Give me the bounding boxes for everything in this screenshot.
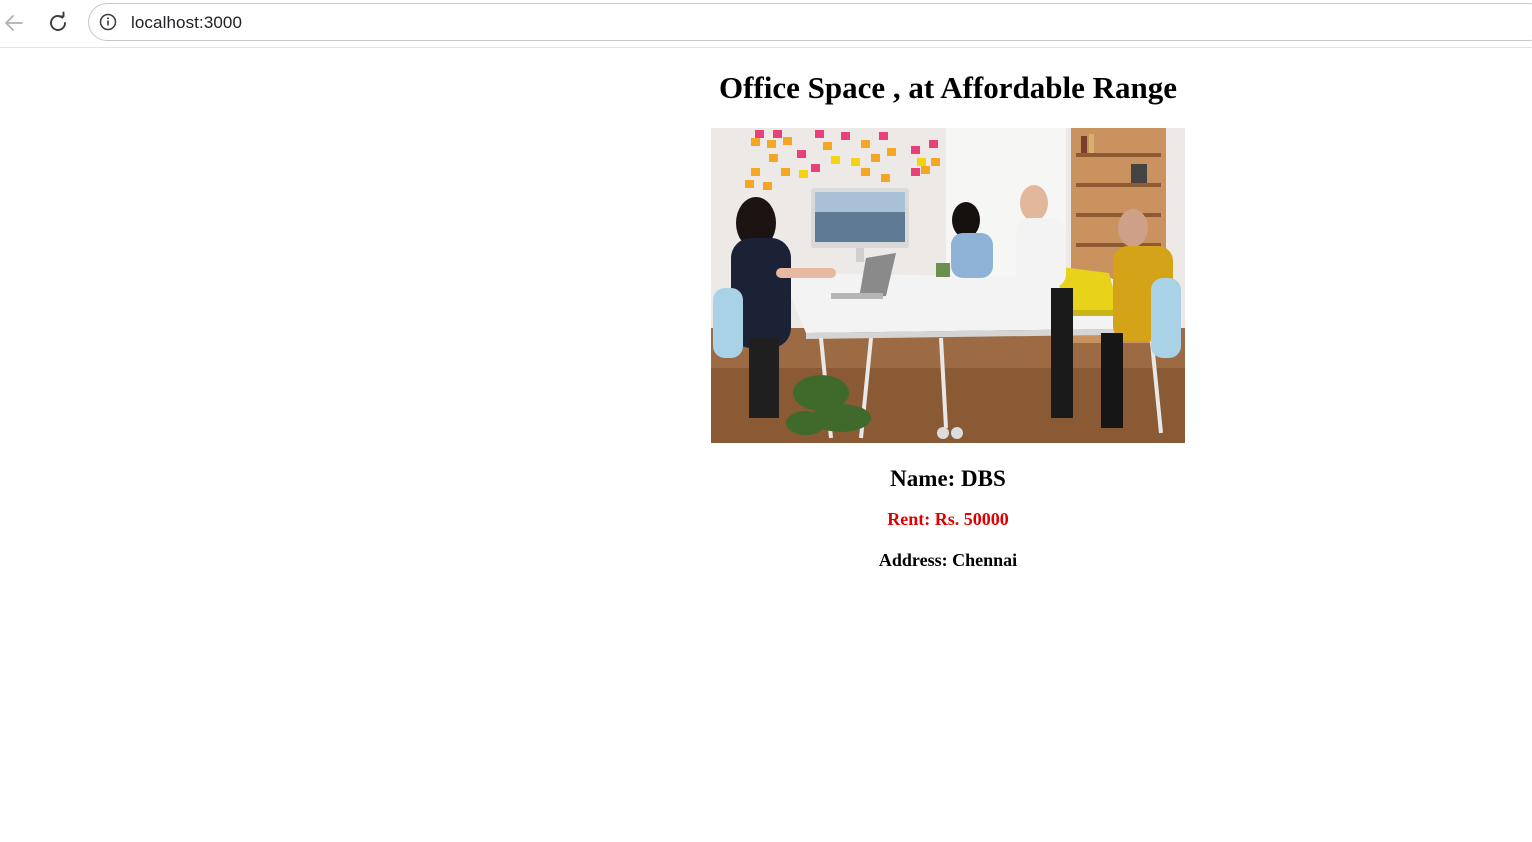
reload-icon [50,11,66,31]
back-button[interactable] [0,9,28,37]
browser-toolbar: localhost:3000 [0,0,1532,48]
address-bar[interactable]: localhost:3000 [88,3,1532,41]
office-name: Name: DBS [890,466,1006,491]
office-card: Office Space , at Affordable Range Name:… [711,48,1185,571]
url-text[interactable]: localhost:3000 [131,13,242,33]
page-title: Office Space , at Affordable Range [718,70,1178,105]
reload-button[interactable] [44,9,72,37]
arrow-left-icon [5,15,23,31]
office-photo [711,128,1185,443]
info-icon[interactable] [99,13,117,31]
office-address: Address: Chennai [878,550,1018,570]
office-rent: Rent: Rs. 50000 [887,509,1009,529]
